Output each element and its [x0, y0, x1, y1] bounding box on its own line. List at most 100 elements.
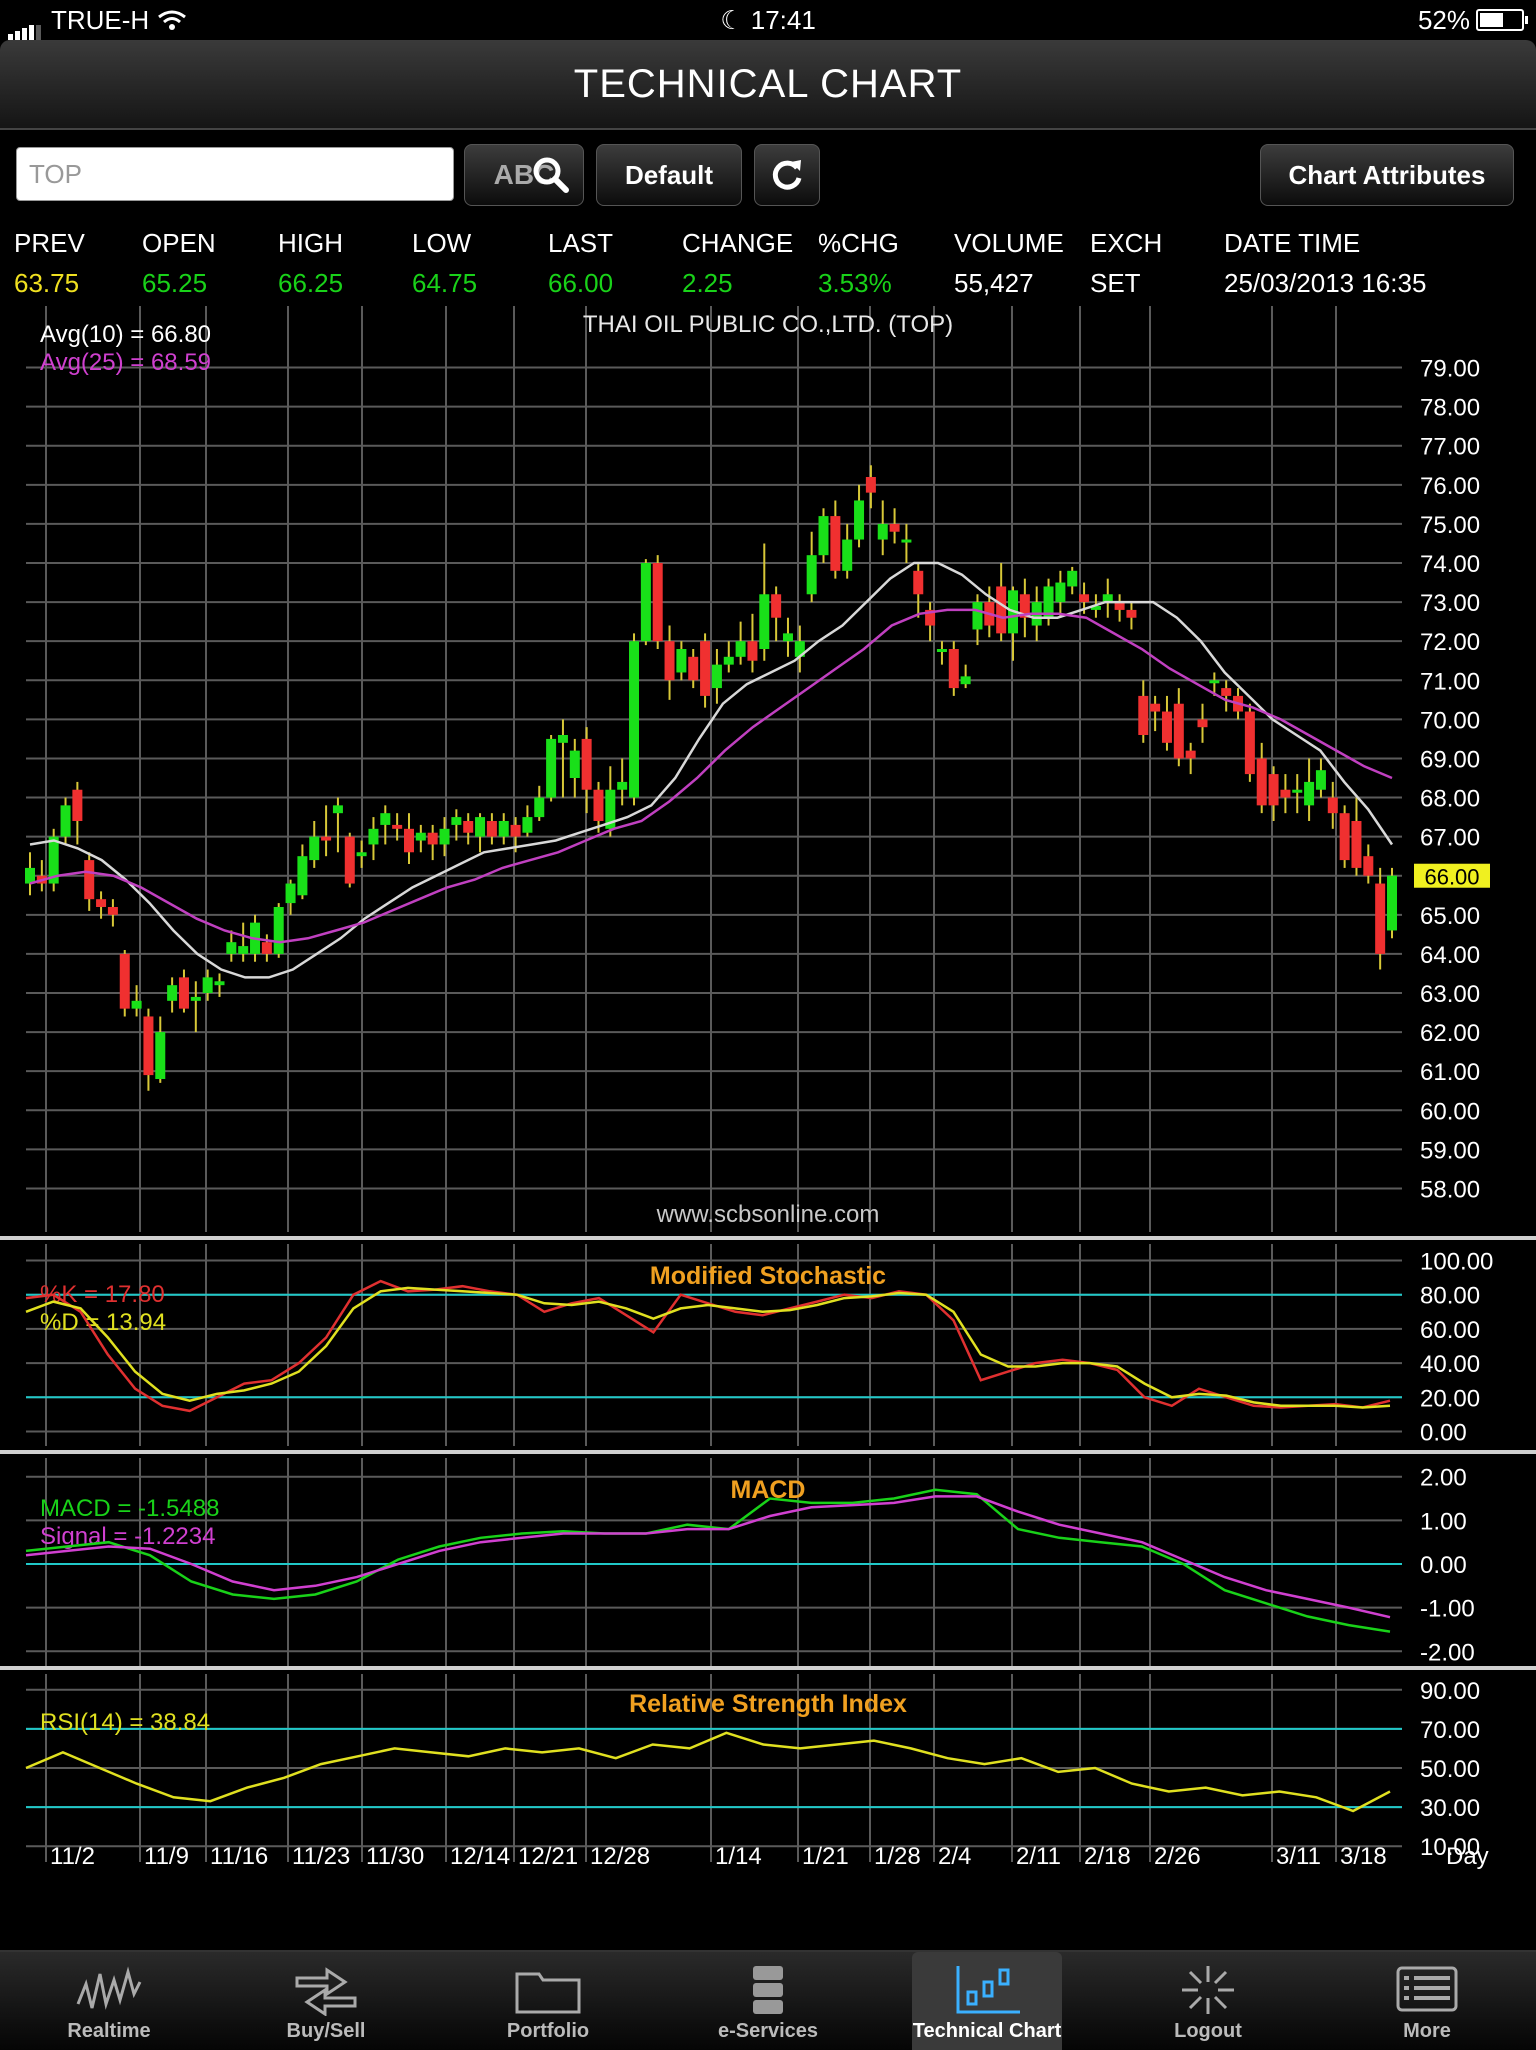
- quote-value-datetime: 25/03/2013 16:35: [1224, 268, 1427, 298]
- tab-portfolio[interactable]: Portfolio: [473, 1952, 623, 2050]
- refresh-button[interactable]: [754, 144, 820, 206]
- symbol-search-input[interactable]: [16, 147, 454, 201]
- buy-sell-icon: [295, 1967, 357, 2016]
- candle-body: [261, 942, 272, 954]
- tab-logout[interactable]: Logout: [1133, 1952, 1283, 2050]
- tab-realtime-label: Realtime: [67, 2020, 151, 2042]
- y-tick-label: 40.00: [1420, 1351, 1480, 1378]
- candle-body: [178, 977, 189, 1009]
- candle-body: [1304, 781, 1315, 806]
- candle-body: [1173, 703, 1184, 759]
- quote-header-high: HIGH: [278, 228, 343, 258]
- y-tick-label: 78.00: [1420, 395, 1480, 422]
- candle-body: [143, 1016, 154, 1076]
- candle-body: [238, 946, 249, 954]
- candle-body: [640, 563, 651, 642]
- candle-body: [273, 907, 284, 954]
- default-button[interactable]: Default: [596, 144, 742, 206]
- candle-body: [1375, 883, 1386, 954]
- candle-body: [321, 836, 332, 841]
- y-tick-label: 64.00: [1420, 942, 1480, 969]
- y-tick-label: 1.00: [1420, 1508, 1467, 1535]
- x-tick-label: 11/30: [366, 1843, 424, 1870]
- y-tick-label: 69.00: [1420, 746, 1480, 773]
- candle-body: [498, 821, 509, 837]
- y-tick-label: 30.00: [1420, 1795, 1480, 1822]
- tab-portfolio-label: Portfolio: [506, 2020, 590, 2042]
- quote-value-low: 64.75: [412, 268, 478, 298]
- quote-value-prev: 63.75: [14, 268, 80, 298]
- candle-body: [1126, 609, 1137, 618]
- y-tick-label: 90.00: [1420, 1678, 1480, 1705]
- candle-body: [415, 832, 426, 841]
- tab-realtime[interactable]: Realtime: [34, 1952, 184, 2050]
- quote-value-last: 66.00: [548, 268, 614, 298]
- candle-body: [1351, 821, 1362, 868]
- y-tick-label: 67.00: [1420, 825, 1480, 852]
- toolbar: ABC Default Chart Attributes: [0, 130, 1536, 220]
- legend-label: RSI(14) = 38.84: [40, 1709, 210, 1736]
- quote-header-exch: EXCH: [1090, 228, 1163, 258]
- watermark: www.scbsonline.com: [656, 1201, 880, 1228]
- candle-body: [25, 867, 35, 884]
- candle-body: [1150, 703, 1161, 712]
- candle-body: [782, 633, 793, 642]
- candle-body: [356, 852, 367, 857]
- y-tick-label: 65.00: [1420, 903, 1480, 930]
- candle-body: [581, 738, 592, 790]
- y-tick-label: 58.00: [1420, 1176, 1480, 1203]
- tab-bar: Realtime Buy/Sell Portfolio e-Services T…: [0, 1950, 1536, 2050]
- candle-body: [700, 641, 711, 696]
- tab-e-services-label: e-Services: [717, 2020, 819, 2042]
- candle-body: [463, 821, 474, 833]
- candle-body: [96, 899, 107, 907]
- tab-buy-sell[interactable]: Buy/Sell: [251, 1952, 401, 2050]
- tab-e-services[interactable]: e-Services: [693, 1952, 843, 2050]
- y-tick-label: 59.00: [1420, 1137, 1480, 1164]
- x-tick-label: 11/9: [144, 1843, 189, 1870]
- x-tick-label: 11/2: [50, 1843, 95, 1870]
- x-tick-label: 2/26: [1154, 1843, 1201, 1870]
- candle-body: [759, 594, 770, 649]
- candle-body: [155, 1032, 166, 1079]
- tab-technical-chart[interactable]: Technical Chart: [912, 1952, 1062, 2050]
- series-line: [25, 1731, 1391, 1813]
- technical-chart[interactable]: 79.00 78.00 77.00 76.00 75.00 74.00 73.00 72.00…: [0, 300, 1536, 1880]
- quote-value-pctchg: 3.53%: [818, 268, 892, 298]
- x-tick-label: 2/4: [938, 1843, 971, 1870]
- candle-body: [1256, 758, 1267, 806]
- x-tick-label: 12/28: [590, 1843, 650, 1870]
- tab-more[interactable]: More: [1352, 1952, 1502, 2050]
- chart-attributes-label: Chart Attributes: [1288, 160, 1486, 190]
- realtime-icon: [76, 1966, 142, 2010]
- y-tick-label: 71.00: [1420, 668, 1480, 695]
- legend-label: MACD = -1.5488: [40, 1495, 219, 1522]
- x-tick-label: 1/14: [715, 1843, 762, 1870]
- panel-title: Modified Stochastic: [650, 1262, 886, 1290]
- candle-body: [107, 907, 118, 915]
- candle-body: [214, 981, 225, 986]
- x-tick-label: 12/21: [518, 1843, 578, 1870]
- candle-body: [522, 817, 533, 833]
- quote-summary: PREV OPEN HIGH LOW LAST CHANGE %CHG VOLU…: [0, 222, 1536, 302]
- tab-more-label: More: [1403, 2020, 1451, 2042]
- x-tick-label: 2/18: [1084, 1843, 1131, 1870]
- candle-body: [486, 821, 497, 837]
- quote-header-low: LOW: [412, 228, 472, 258]
- candle-body: [901, 539, 912, 543]
- x-tick-label: 2/11: [1016, 1843, 1061, 1870]
- candle-body: [1221, 688, 1232, 696]
- candle-body: [723, 656, 734, 665]
- candle-body: [1339, 813, 1350, 861]
- candle-body: [226, 942, 237, 954]
- legend-label: Avg(10) = 66.80: [40, 321, 211, 348]
- tab-technical-chart-label: Technical Chart: [912, 2020, 1062, 2042]
- candle-body: [84, 860, 95, 900]
- y-tick-label: 77.00: [1420, 434, 1480, 461]
- y-tick-label: 62.00: [1420, 1020, 1480, 1047]
- quote-header-last: LAST: [548, 228, 614, 258]
- candle-body: [475, 817, 486, 837]
- candle-body: [332, 805, 343, 814]
- chart-attributes-button[interactable]: Chart Attributes: [1260, 144, 1514, 206]
- symbol-search-button[interactable]: ABC: [464, 144, 584, 206]
